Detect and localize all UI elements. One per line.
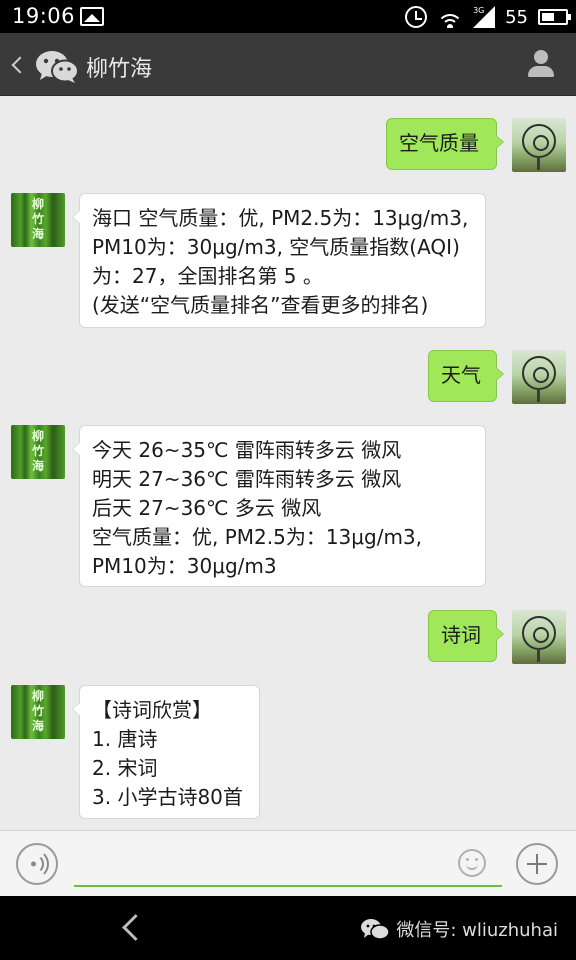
message-text: 1. 唐诗 [92, 727, 158, 751]
sent-message-bubble[interactable]: 空气质量 [386, 118, 504, 170]
status-icons: 3G 55 [405, 3, 571, 31]
contact-avatar[interactable]: 柳竹海 [11, 425, 65, 479]
system-nav-bar: 微信号: wliuzhuhai [0, 896, 576, 960]
avatar-label: 柳竹海 [31, 689, 44, 733]
message-text: 空气质量：优, PM2.5为：13μg/m3, [92, 525, 423, 549]
avatar-label: 柳竹海 [31, 429, 44, 473]
alarm-icon [405, 6, 428, 28]
message-text: 2. 宋词 [92, 756, 158, 780]
chat-title: 柳竹海 [86, 57, 153, 82]
received-message-bubble[interactable]: 【诗词欣赏】 1. 唐诗 2. 宋词 3. 小学古诗80首 [72, 685, 260, 819]
message-text: 后天 27~36℃ 多云 微风 [92, 496, 322, 520]
received-message-bubble[interactable]: 今天 26~35℃ 雷阵雨转多云 微风 明天 27~36℃ 雷阵雨转多云 微风 … [72, 425, 486, 587]
message-text: PM10为：30μg/m3, 空气质量指数(AQI) [92, 235, 460, 259]
chat-header: 柳竹海 [0, 33, 576, 96]
message-text: PM10为：30μg/m3 [92, 554, 277, 578]
contact-avatar[interactable]: 柳竹海 [11, 685, 65, 739]
back-button[interactable] [8, 49, 88, 83]
received-message-bubble[interactable]: 海口 空气质量：优, PM2.5为：13μg/m3, PM10为：30μg/m3… [72, 193, 486, 328]
sent-message-bubble[interactable]: 诗词 [428, 610, 504, 662]
voice-input-button[interactable] [16, 843, 58, 885]
system-back-button[interactable] [114, 910, 150, 946]
message-input[interactable] [74, 845, 502, 887]
network-type-label: 3G [473, 6, 485, 15]
message-text: 天气 [441, 363, 481, 387]
status-time: 19:06 [12, 4, 76, 28]
sent-message-bubble[interactable]: 天气 [428, 350, 504, 402]
wechat-logo-icon [36, 51, 79, 83]
my-avatar[interactable] [512, 118, 566, 172]
status-bar: 19:06 3G 55 [0, 0, 576, 33]
my-avatar[interactable] [512, 350, 566, 404]
message-text: 海口 空气质量：优, PM2.5为：13μg/m3, [92, 206, 469, 230]
battery-level: 55 [505, 6, 528, 28]
contact-avatar[interactable]: 柳竹海 [11, 193, 65, 247]
message-text: 明天 27~36℃ 雷阵雨转多云 微风 [92, 467, 402, 491]
image-notification-icon [80, 7, 104, 26]
my-avatar[interactable] [512, 610, 566, 664]
message-text: 诗词 [441, 623, 481, 647]
more-options-button[interactable] [516, 843, 558, 885]
battery-icon [538, 9, 571, 25]
watermark-text: 微信号: wliuzhuhai [396, 920, 558, 941]
message-text: 空气质量 [399, 131, 479, 155]
message-text: 3. 小学古诗80首 [92, 785, 243, 809]
wechat-logo-icon [361, 919, 391, 940]
emoji-button[interactable] [458, 849, 486, 877]
avatar-label: 柳竹海 [31, 197, 44, 241]
contact-profile-button[interactable] [524, 47, 558, 81]
message-text: (发送“空气质量排名”查看更多的排名) [92, 293, 429, 317]
message-text: 为：27，全国排名第 5 。 [92, 264, 323, 288]
message-text: 今天 26~35℃ 雷阵雨转多云 微风 [92, 438, 402, 462]
cell-signal-icon: 3G [473, 6, 496, 28]
chevron-left-icon [11, 56, 29, 74]
wifi-icon [437, 6, 464, 28]
input-bar [0, 830, 576, 896]
message-text: 【诗词欣赏】 [92, 698, 212, 722]
watermark: 微信号: wliuzhuhai [360, 916, 558, 942]
